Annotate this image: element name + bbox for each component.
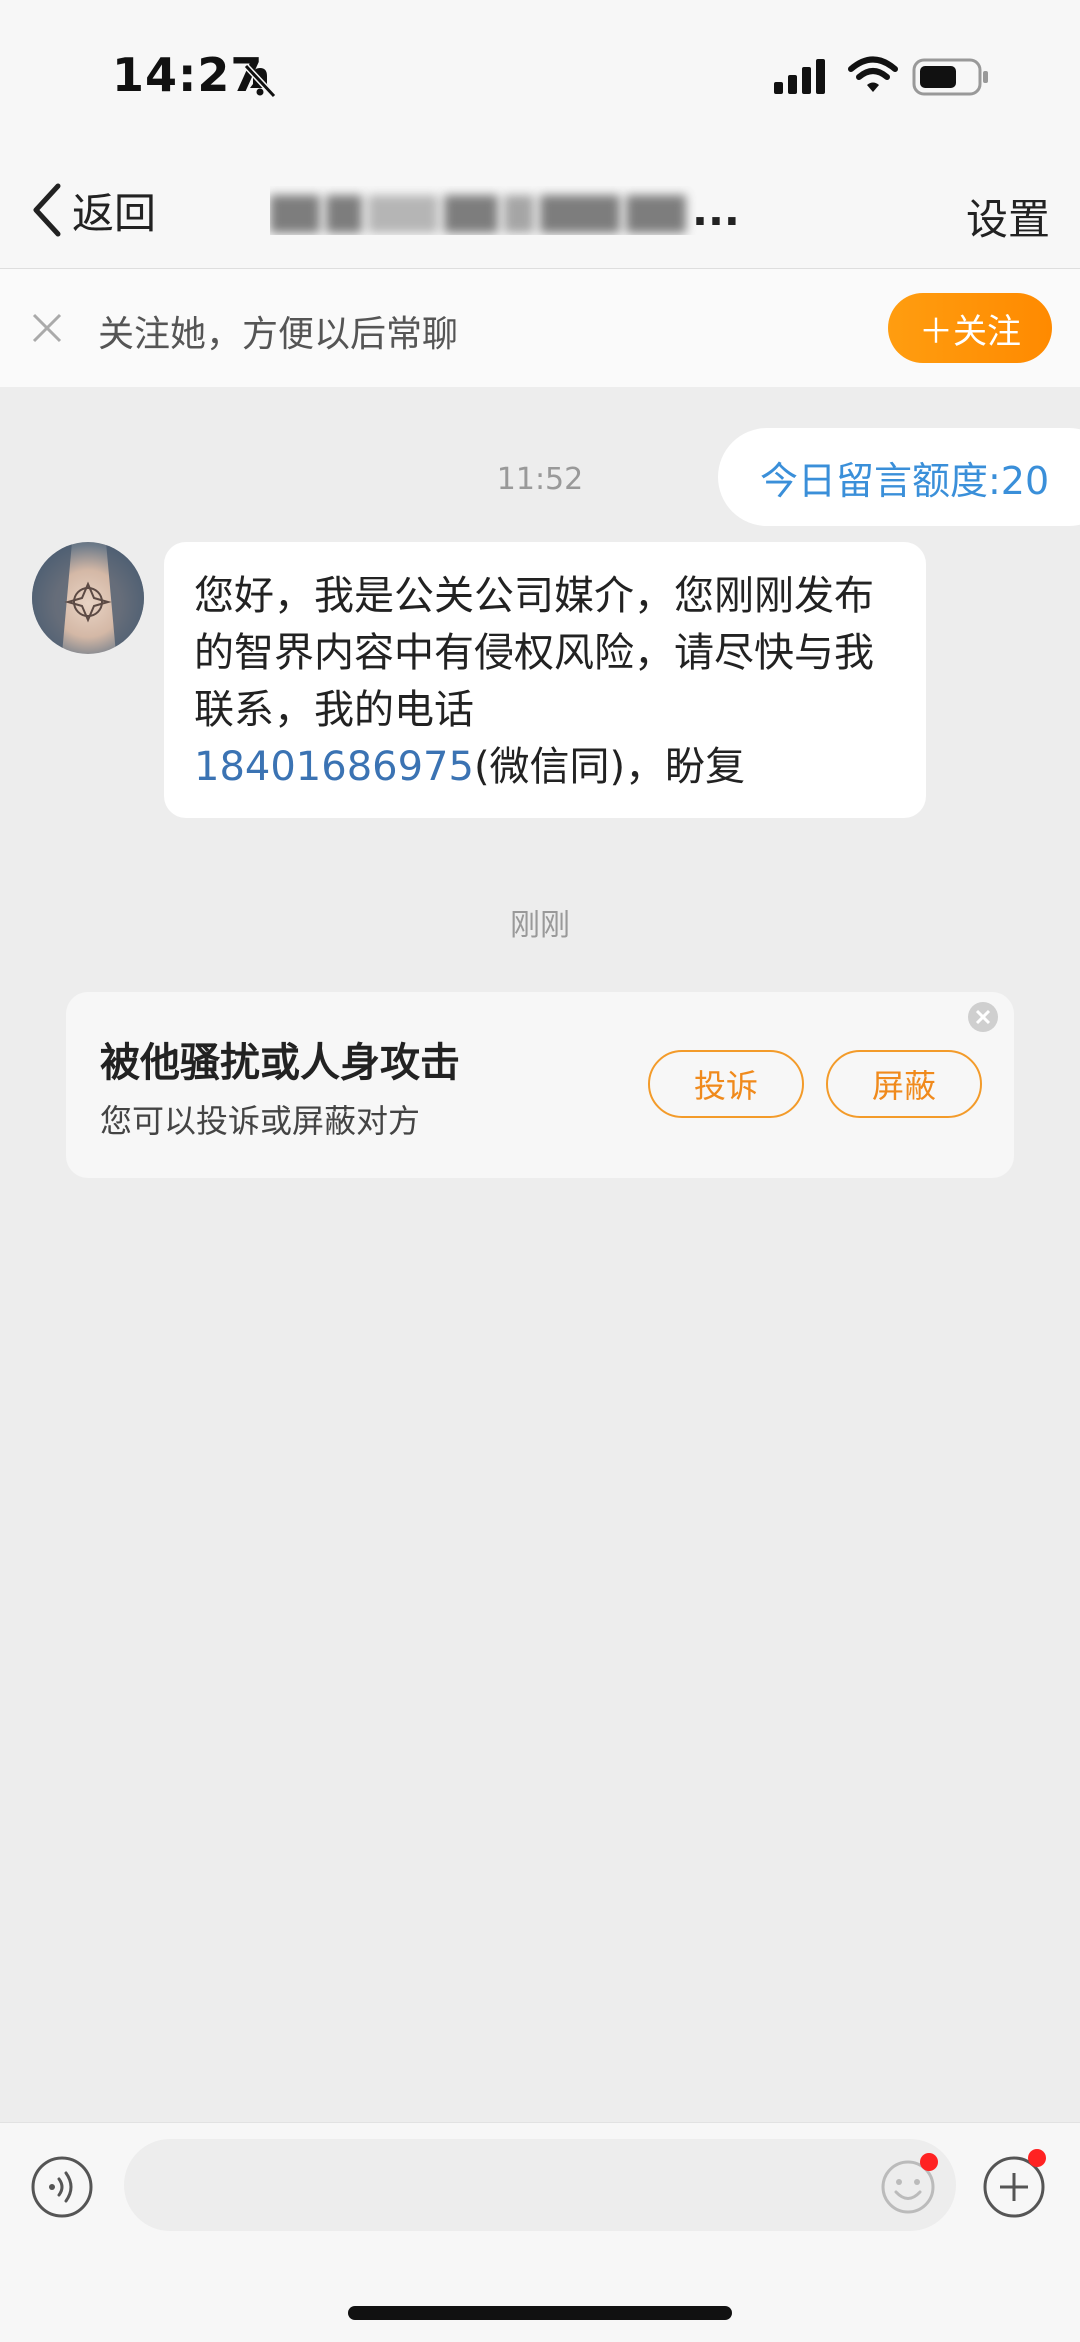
follow-button[interactable]: ＋关注 — [888, 293, 1052, 363]
timestamp-now: 刚刚 — [510, 908, 570, 943]
status-bar: 14:27 — [0, 0, 1080, 150]
report-card-title: 被他骚扰或人身攻击 — [100, 1040, 460, 1086]
follow-prompt: 关注她，方便以后常聊 — [98, 314, 459, 355]
plus-notification-dot — [1028, 2149, 1046, 2167]
block-button[interactable]: 屏蔽 — [826, 1050, 982, 1118]
avatar-image — [32, 542, 144, 654]
voice-icon[interactable] — [30, 2155, 94, 2219]
home-indicator — [348, 2306, 732, 2320]
emoji-button[interactable] — [880, 2153, 938, 2219]
message-quota-badge: 今日留言额度:20 — [718, 428, 1080, 526]
battery-icon — [912, 58, 988, 96]
chevron-left-icon — [33, 183, 61, 237]
back-label: 返回 — [72, 188, 157, 238]
wifi-icon — [848, 56, 898, 92]
settings-button[interactable]: 设置 — [966, 186, 1050, 247]
message-input[interactable] — [124, 2139, 956, 2231]
close-icon[interactable] — [966, 1000, 1000, 1034]
message-text-tail: (微信同)，盼复 — [473, 744, 746, 790]
emoji-notification-dot — [920, 2153, 938, 2171]
phone-number-link[interactable]: 18401686975 — [194, 744, 474, 790]
bell-slash-icon — [243, 63, 277, 99]
incoming-message-bubble: 您好，我是公关公司媒介，您刚刚发布的智界内容中有侵权风险，请尽快与我联系，我的电… — [164, 542, 926, 818]
plus-button[interactable] — [982, 2149, 1046, 2223]
report-card-subtitle: 您可以投诉或屏蔽对方 — [100, 1102, 421, 1140]
back-button[interactable]: 返回 — [30, 180, 156, 240]
harassment-report-card: 被他骚扰或人身攻击 您可以投诉或屏蔽对方 投诉 屏蔽 — [66, 992, 1014, 1178]
chat-title: ... — [270, 186, 810, 235]
message-text: 您好，我是公关公司媒介，您刚刚发布的智界内容中有侵权风险，请尽快与我联系，我的电… — [194, 573, 874, 733]
follow-bar: 关注她，方便以后常聊 ＋关注 — [0, 269, 1080, 387]
title-ellipsis: ... — [692, 186, 740, 235]
close-icon[interactable] — [30, 311, 64, 345]
signal-icon — [774, 59, 825, 94]
nav-bar: 返回 ... 设置 — [0, 150, 1080, 269]
avatar[interactable] — [32, 542, 144, 654]
complain-button[interactable]: 投诉 — [648, 1050, 804, 1118]
